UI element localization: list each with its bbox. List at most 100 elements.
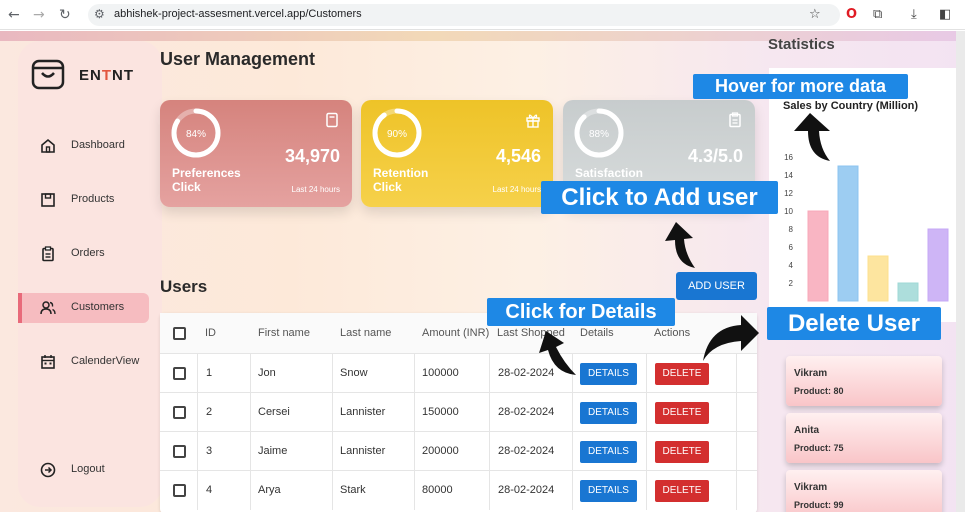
sidebar-item-customers[interactable]: Customers [18, 293, 149, 323]
details-button[interactable]: DETAILS [580, 480, 637, 502]
column-divider [572, 393, 573, 431]
book-icon [326, 112, 338, 128]
column-divider [197, 354, 198, 392]
column-divider [250, 354, 251, 392]
column-divider [646, 354, 647, 392]
select-all-checkbox[interactable] [173, 327, 186, 340]
row-checkbox[interactable] [173, 484, 186, 497]
top-user-card[interactable]: Anita Product: 75 [786, 413, 942, 463]
kpi-value: 4.3/5.0 [687, 146, 743, 166]
sidebar-item-orders[interactable]: Orders [18, 239, 149, 269]
details-button[interactable]: DETAILS [580, 441, 637, 463]
cell-last-name: Lannister [340, 406, 386, 418]
column-header[interactable]: Last name [340, 313, 391, 353]
top-user-card[interactable]: Vikram Product: 80 [786, 356, 942, 406]
page-title: User Management [160, 49, 316, 69]
users-table: ID First name Last name Amount (INR) Las… [160, 313, 757, 512]
kpi-value: 34,970 [284, 146, 340, 166]
customers-icon [40, 301, 56, 315]
address-bar[interactable]: ⚙ abhishek-project-assesment.vercel.app/… [88, 4, 840, 26]
kpi-card-retention[interactable]: 90% 4,546 Retention Click Last 24 hours [361, 100, 553, 207]
arrow-right-icon [703, 315, 759, 361]
column-divider [197, 432, 198, 470]
column-divider [646, 432, 647, 470]
sidebar-item-dashboard[interactable]: Dashboard [18, 131, 149, 161]
column-divider [646, 393, 647, 431]
column-divider [197, 471, 198, 510]
column-divider [332, 354, 333, 392]
user-product: Product: 99 [794, 500, 844, 510]
chart-bar[interactable] [867, 255, 889, 302]
table-row[interactable]: 1 Jon Snow 100000 28-02-2024 DETAILS DEL… [160, 354, 757, 393]
add-user-button[interactable]: ADD USER [676, 272, 757, 300]
chart-bar[interactable] [807, 210, 829, 302]
row-checkbox[interactable] [173, 406, 186, 419]
browser-toolbar: ← → ↻ ⚙ abhishek-project-assesment.verce… [0, 0, 965, 30]
download-icon[interactable]: ⤓ [911, 6, 917, 24]
opera-icon[interactable]: O [846, 6, 857, 24]
sales-chart-panel[interactable]: Sales by Country (Million) 2 4 6 8 10 12 14 16 [769, 68, 961, 322]
kpi-value: 4,546 [495, 146, 541, 166]
column-divider [332, 393, 333, 431]
sales-bar-chart[interactable]: 246810121416 [769, 68, 961, 322]
progress-ring: 88% [574, 108, 624, 158]
site-info-icon[interactable]: ⚙ [94, 7, 105, 21]
cell-amount: 200000 [422, 445, 459, 457]
hover-hint-callout: Hover for more data [693, 74, 908, 99]
row-checkbox[interactable] [173, 367, 186, 380]
sidebar-item-products[interactable]: Products [18, 185, 149, 215]
orders-icon [42, 246, 54, 262]
reload-icon[interactable]: ↻ [59, 6, 71, 24]
column-header[interactable]: ID [205, 313, 216, 353]
column-divider [250, 432, 251, 470]
user-product: Product: 80 [794, 386, 844, 396]
forward-icon[interactable]: → [33, 6, 45, 24]
page-scrollbar[interactable] [956, 31, 965, 512]
sidebar-item-label: Orders [71, 247, 105, 259]
bookmark-star-icon[interactable]: ☆ [809, 6, 821, 24]
back-icon[interactable]: ← [8, 6, 20, 24]
details-button[interactable]: DETAILS [580, 363, 637, 385]
products-icon [41, 193, 55, 207]
add-user-hint-callout: Click to Add user [541, 181, 778, 214]
arrow-up-icon [794, 113, 830, 161]
chart-bar[interactable] [927, 228, 949, 302]
table-row[interactable]: 2 Cersei Lannister 150000 28-02-2024 DET… [160, 393, 757, 432]
cell-first-name: Jon [258, 367, 276, 379]
sidebar-item-calendarview[interactable]: CalenderView [18, 347, 149, 377]
delete-button[interactable]: DELETE [655, 480, 709, 502]
delete-button[interactable]: DELETE [655, 441, 709, 463]
sidebar-item-label: Products [71, 193, 115, 205]
cell-amount: 100000 [422, 367, 459, 379]
calendar-icon [41, 355, 55, 369]
delete-button[interactable]: DELETE [655, 402, 709, 424]
chart-bar[interactable] [837, 165, 859, 302]
user-name: Anita [794, 425, 819, 436]
column-divider [572, 432, 573, 470]
column-header[interactable]: First name [258, 313, 310, 353]
cell-last-name: Snow [340, 367, 368, 379]
delete-button[interactable]: DELETE [655, 363, 709, 385]
kpi-card-preferences[interactable]: 84% 34,970 Preferences Click Last 24 hour… [160, 100, 352, 207]
kpi-subtitle: Last 24 hours [492, 185, 541, 194]
column-divider [489, 354, 490, 392]
y-tick-label: 10 [784, 207, 793, 216]
column-header[interactable]: Amount (INR) [422, 313, 489, 353]
chart-bar[interactable] [897, 282, 919, 302]
url-text: abhishek-project-assesment.vercel.app/Cu… [114, 8, 362, 20]
top-user-card[interactable]: Vikram Product: 99 [786, 470, 942, 512]
logout-button[interactable]: Logout [18, 455, 149, 485]
user-name: Vikram [794, 482, 828, 493]
cell-id: 1 [206, 367, 213, 379]
row-checkbox[interactable] [173, 445, 186, 458]
y-tick-label: 14 [784, 171, 793, 180]
table-row[interactable]: 3 Jaime Lannister 200000 28-02-2024 DETA… [160, 432, 757, 471]
table-row[interactable]: 4 Arya Stark 80000 28-02-2024 DETAILS DE… [160, 471, 757, 510]
side-panel-icon[interactable]: ◧ [939, 6, 951, 24]
extensions-icon[interactable]: ⧉ [873, 6, 882, 24]
column-divider [250, 471, 251, 510]
column-divider [332, 432, 333, 470]
details-button[interactable]: DETAILS [580, 402, 637, 424]
column-divider [332, 471, 333, 510]
cell-date: 28-02-2024 [498, 445, 555, 457]
